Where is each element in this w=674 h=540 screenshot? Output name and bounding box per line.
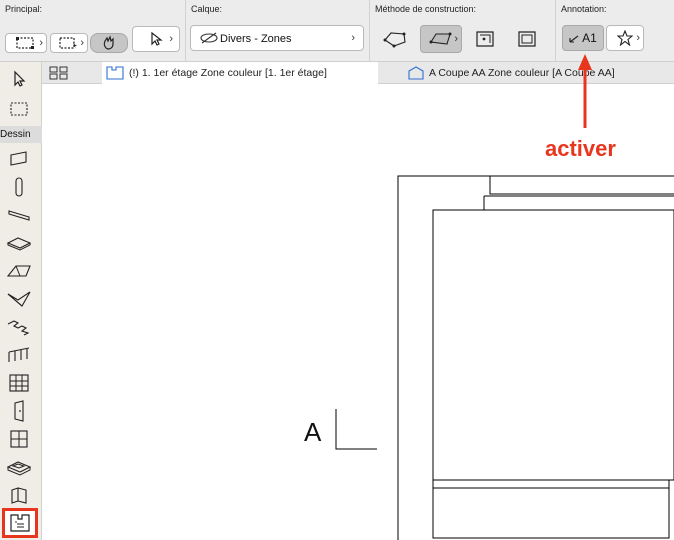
hand-icon <box>103 35 114 50</box>
section-principal: Principal: › › › <box>0 0 186 62</box>
roof-icon <box>6 265 31 277</box>
chevron-right-icon: › <box>169 33 173 45</box>
room-lower-strip <box>432 479 670 489</box>
info-box: Principal: › › › Calque: Divers - Zones … <box>0 0 674 62</box>
tab-floor-plan-label: (!) 1. 1er étage Zone couleur [1. 1er ét… <box>129 67 327 79</box>
chevron-right-icon: › <box>454 33 458 45</box>
wall-icon <box>10 151 27 166</box>
section-annotation: Annotation: A1 › <box>556 0 674 62</box>
tool-stair[interactable] <box>4 314 34 340</box>
section-view-icon <box>408 66 424 80</box>
tool-window[interactable] <box>4 426 34 452</box>
marquee-icon <box>59 37 77 49</box>
chevron-right-icon: › <box>636 32 640 44</box>
slab-icon <box>6 237 32 251</box>
section-calque: Calque: Divers - Zones › <box>186 0 370 62</box>
layer-name: Divers - Zones <box>220 33 292 45</box>
section-line <box>335 409 377 450</box>
favorites-button[interactable]: › <box>606 25 644 51</box>
tool-marquee[interactable] <box>4 96 34 122</box>
object-icon <box>11 487 27 504</box>
floor-plan-icon <box>106 66 124 80</box>
inner-edge-icon <box>476 31 494 47</box>
tab-floor-plan[interactable]: (!) 1. 1er étage Zone couleur [1. 1er ét… <box>102 62 378 84</box>
tool-roof[interactable] <box>4 258 34 284</box>
door-icon <box>14 400 24 422</box>
zone-stamp-button[interactable]: A1 <box>562 25 604 51</box>
selection-method-button[interactable]: › <box>5 33 47 53</box>
tool-arrow[interactable] <box>4 66 34 92</box>
tool-column[interactable] <box>4 174 34 200</box>
toolbox: Dessin <box>0 62 42 540</box>
arrow-cursor-icon <box>14 70 26 87</box>
tool-railing[interactable] <box>4 342 34 368</box>
principal-label: Principal: <box>5 4 43 14</box>
label-arrow-icon <box>569 35 579 43</box>
room-main <box>432 209 674 481</box>
room-lower <box>432 487 670 539</box>
tool-beam[interactable] <box>4 202 34 228</box>
marquee-button[interactable]: › <box>50 33 88 53</box>
annotation-value: A1 <box>582 31 597 45</box>
magic-wand-button[interactable] <box>90 33 128 53</box>
methode-label: Méthode de construction: <box>375 4 477 14</box>
rectangle-zone-icon <box>429 32 452 45</box>
grid-icon <box>49 66 68 80</box>
eye-hidden-icon <box>200 32 218 44</box>
stair-icon <box>7 320 30 336</box>
beam-icon <box>8 210 30 221</box>
marquee-icon <box>10 102 28 116</box>
tool-slab[interactable] <box>4 230 34 256</box>
callout-label: activer <box>545 136 616 161</box>
window-icon <box>10 430 28 448</box>
arrow-cursor-icon <box>151 31 163 46</box>
rectangle-method-button[interactable]: › <box>420 25 462 53</box>
tool-object[interactable] <box>4 482 34 508</box>
inner-edge-method-button[interactable] <box>470 25 500 53</box>
tool-curtain-wall[interactable] <box>4 370 34 396</box>
section-methode: Méthode de construction: › <box>370 0 556 62</box>
section-marker-label: A <box>304 417 322 447</box>
curtain-wall-icon <box>9 374 29 392</box>
column-icon <box>15 177 23 197</box>
arrow-tool-button[interactable]: › <box>132 26 180 52</box>
zone-icon <box>10 514 30 532</box>
dashed-rect-icon <box>16 37 34 49</box>
inner-wall-top <box>489 176 674 195</box>
calque-label: Calque: <box>191 4 223 14</box>
annotation-label: Annotation: <box>561 4 607 14</box>
tool-shell[interactable] <box>4 286 34 312</box>
callout-arrow-icon <box>578 54 592 128</box>
tool-wall[interactable] <box>4 146 34 172</box>
star-icon <box>617 30 633 46</box>
tab-section[interactable]: A Coupe AA Zone couleur [A Coupe AA] <box>408 62 674 84</box>
outer-edge-method-button[interactable] <box>512 25 542 53</box>
tool-skylight[interactable] <box>4 454 34 480</box>
layer-selector[interactable]: Divers - Zones › <box>190 25 364 51</box>
tool-door[interactable] <box>4 398 34 424</box>
chevron-right-icon: › <box>351 32 355 44</box>
chevron-right-icon: › <box>80 37 84 49</box>
chevron-right-icon: › <box>39 37 43 49</box>
polygon-method-button[interactable] <box>378 25 412 53</box>
shell-icon <box>7 291 31 307</box>
tab-overview-button[interactable] <box>46 62 72 84</box>
outer-edge-icon <box>518 31 536 47</box>
tool-zone[interactable] <box>2 508 38 538</box>
polygon-zone-icon <box>383 32 406 48</box>
railing-icon <box>8 347 30 362</box>
skylight-icon <box>6 461 32 476</box>
toolbox-group-label[interactable]: Dessin <box>0 126 42 143</box>
outer-wall <box>397 175 674 540</box>
